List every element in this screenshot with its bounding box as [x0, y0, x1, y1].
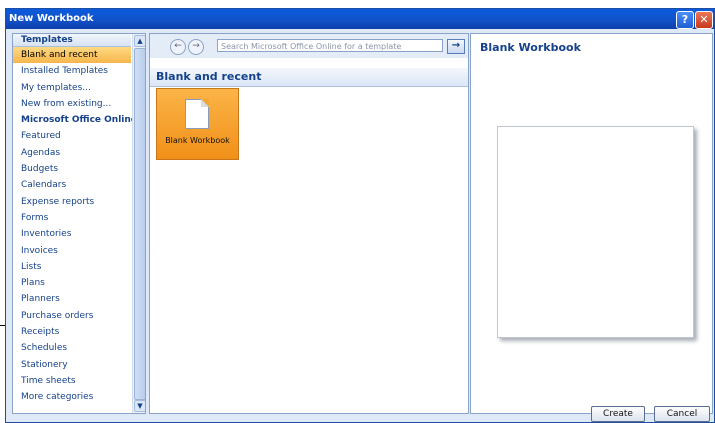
template-category-item[interactable]: Planners — [13, 291, 131, 307]
template-category-item[interactable]: Inventories — [13, 226, 131, 242]
help-button[interactable]: ? — [676, 11, 694, 29]
preview-title: Blank Workbook — [480, 41, 581, 54]
template-category-item[interactable]: Stationery — [13, 357, 131, 373]
blank-workbook-tile[interactable]: Blank Workbook — [156, 88, 239, 160]
preview-pane: Blank Workbook — [470, 33, 713, 414]
title-bar: New Workbook ? ✕ — [6, 9, 714, 29]
template-category-item[interactable]: Blank and recent — [13, 47, 131, 64]
template-category-item[interactable]: New from existing... — [13, 96, 131, 112]
template-category-item[interactable]: Featured — [13, 128, 131, 144]
template-category-item[interactable]: Time sheets — [13, 373, 131, 389]
window-title: New Workbook — [9, 13, 94, 24]
template-category-item: Microsoft Office Online — [21, 115, 137, 126]
templates-list: Templates Blank and recent Installed Temp… — [13, 34, 137, 406]
back-arrow-icon[interactable]: ← — [170, 39, 186, 55]
template-category-item[interactable]: Lists — [13, 259, 131, 275]
close-button[interactable]: ✕ — [695, 11, 713, 29]
new-workbook-dialog: New Workbook ? ✕ Templates Blank and rec… — [5, 8, 715, 423]
scroll-thumb[interactable] — [134, 48, 145, 400]
template-category-item[interactable]: Schedules — [13, 340, 131, 356]
template-category-item[interactable]: Invoices — [13, 243, 131, 259]
preview-thumbnail — [497, 126, 694, 338]
section-title: Blank and recent — [150, 68, 468, 87]
templates-header: Templates — [13, 34, 131, 47]
template-category-item[interactable]: Expense reports — [13, 194, 131, 210]
template-category-item[interactable]: Agendas — [13, 145, 131, 161]
template-category-item[interactable]: My templates... — [13, 80, 131, 96]
templates-scrollbar[interactable]: ▲ ▼ — [132, 34, 145, 413]
template-category-item[interactable]: Installed Templates — [13, 63, 131, 79]
search-go-icon[interactable]: → — [447, 39, 465, 54]
template-browser-pane: ← → Search Microsoft Office Online for a… — [149, 33, 469, 414]
tile-label: Blank Workbook — [165, 136, 230, 145]
template-category-item[interactable]: More categories — [13, 389, 131, 405]
blank-document-icon — [185, 99, 209, 129]
template-category-item[interactable]: Receipts — [13, 324, 131, 340]
template-category-item[interactable]: Forms — [13, 210, 131, 226]
search-input[interactable]: Search Microsoft Office Online for a tem… — [217, 39, 443, 52]
template-category-item[interactable]: Purchase orders — [13, 308, 131, 324]
nav-bar: ← → Search Microsoft Office Online for a… — [150, 34, 468, 58]
cancel-button[interactable]: Cancel — [654, 406, 710, 422]
create-button[interactable]: Create — [591, 406, 645, 422]
scroll-up-icon[interactable]: ▲ — [134, 35, 145, 47]
scroll-down-icon[interactable]: ▼ — [134, 400, 145, 412]
template-category-item[interactable]: Calendars — [13, 177, 131, 193]
template-category-item[interactable]: Plans — [13, 275, 131, 291]
templates-pane: Templates Blank and recent Installed Temp… — [12, 33, 146, 414]
template-category-item[interactable]: Budgets — [13, 161, 131, 177]
forward-arrow-icon[interactable]: → — [188, 39, 204, 55]
